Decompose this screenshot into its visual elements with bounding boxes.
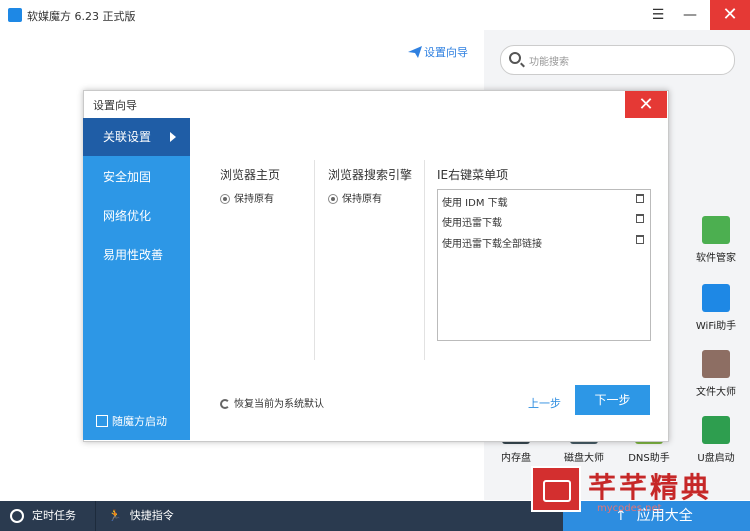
nav-label: 易用性改善 xyxy=(103,248,164,262)
clock-icon xyxy=(10,509,24,523)
list-item: 使用迅雷下载 xyxy=(442,218,502,229)
setup-wizard-link[interactable]: 设置向导 xyxy=(408,44,468,60)
tool-label: 软件管家 xyxy=(696,253,736,264)
search-placeholder: 功能搜索 xyxy=(529,57,569,68)
runner-icon: 🏃 xyxy=(108,509,122,522)
usb-boot-icon xyxy=(702,416,730,444)
chevron-right-icon xyxy=(170,132,176,142)
bottom-divider xyxy=(95,501,96,531)
ie-context-menu-title: IE右键菜单项 xyxy=(437,168,509,182)
tool-wifi-assistant[interactable]: WiFi助手 xyxy=(686,284,746,332)
tool-file-master[interactable]: 文件大师 xyxy=(686,350,746,398)
file-master-icon xyxy=(702,350,730,378)
menu-icon[interactable]: ☰ xyxy=(648,6,668,24)
nav-label: 网络优化 xyxy=(103,209,152,223)
refresh-icon xyxy=(220,399,230,409)
column-divider xyxy=(314,160,315,360)
quick-commands-label: 快捷指令 xyxy=(129,509,174,522)
app-title: 软媒魔方 6.23 正式版 xyxy=(27,10,136,23)
ie-menu-list xyxy=(437,189,651,341)
checkbox-icon xyxy=(96,415,108,427)
nav-label: 安全加固 xyxy=(103,170,152,184)
list-item: 使用 IDM 下载 xyxy=(442,198,508,209)
nav-usability-improvement[interactable]: 易用性改善 xyxy=(83,236,190,274)
dialog-close-button[interactable]: ✕ xyxy=(625,91,667,118)
trash-icon[interactable] xyxy=(636,235,644,244)
homepage-keep-radio[interactable]: 保持原有 xyxy=(220,190,274,205)
watermark-url: mycodes.net xyxy=(597,503,662,514)
restore-default-label: 恢复当前为系统默认 xyxy=(234,399,324,410)
list-item: 使用迅雷下载全部链接 xyxy=(442,239,542,250)
timed-tasks-label: 定时任务 xyxy=(32,509,76,522)
dialog-title: 设置向导 xyxy=(93,99,137,112)
watermark-text: 芊芊精典 xyxy=(588,471,713,504)
radio-icon xyxy=(328,194,338,204)
browser-search-engine-title: 浏览器搜索引擎 xyxy=(328,168,413,182)
radio-label: 保持原有 xyxy=(342,194,382,205)
tool-label: DNS助手 xyxy=(628,453,670,464)
radio-icon xyxy=(220,194,230,204)
trash-icon[interactable] xyxy=(636,194,644,203)
window-close-button[interactable]: ✕ xyxy=(710,0,750,30)
nav-label: 关联设置 xyxy=(103,130,152,144)
trash-icon[interactable] xyxy=(636,214,644,223)
watermark-logo xyxy=(531,466,581,512)
nav-security-hardening[interactable]: 安全加固 xyxy=(83,158,190,196)
app-logo-icon xyxy=(8,8,22,22)
wifi-icon xyxy=(702,284,730,312)
column-divider xyxy=(424,160,425,360)
browser-homepage-title: 浏览器主页 xyxy=(220,168,281,182)
tool-label: 文件大师 xyxy=(696,387,736,398)
nav-association-settings[interactable]: 关联设置 xyxy=(83,118,190,156)
software-manager-icon xyxy=(702,216,730,244)
restore-default-link[interactable]: 恢复当前为系统默认 xyxy=(220,395,324,410)
timed-tasks-button[interactable]: 定时任务 xyxy=(10,501,76,531)
tool-label: WiFi助手 xyxy=(695,321,737,332)
tool-software-manager[interactable]: 软件管家 xyxy=(686,216,746,264)
tool-label: 磁盘大师 xyxy=(564,453,604,464)
next-step-button[interactable]: 下一步 xyxy=(575,385,650,415)
startup-checkbox[interactable]: 随魔方启动 xyxy=(96,413,167,429)
paper-plane-icon xyxy=(408,46,422,58)
search-engine-keep-radio[interactable]: 保持原有 xyxy=(328,190,382,205)
setup-wizard-label: 设置向导 xyxy=(424,46,468,59)
quick-commands-button[interactable]: 🏃 快捷指令 xyxy=(108,501,174,531)
tool-label: 内存盘 xyxy=(501,453,531,464)
minimize-icon[interactable]: — xyxy=(680,6,700,24)
previous-step-button[interactable]: 上一步 xyxy=(528,395,561,411)
nav-network-optimization[interactable]: 网络优化 xyxy=(83,197,190,235)
search-input[interactable]: 功能搜索 xyxy=(500,45,735,75)
tool-label: U盘启动 xyxy=(697,453,735,464)
startup-checkbox-label: 随魔方启动 xyxy=(112,415,167,428)
tool-usb-boot[interactable]: U盘启动 xyxy=(686,416,746,464)
radio-label: 保持原有 xyxy=(234,194,274,205)
search-icon xyxy=(509,52,521,64)
